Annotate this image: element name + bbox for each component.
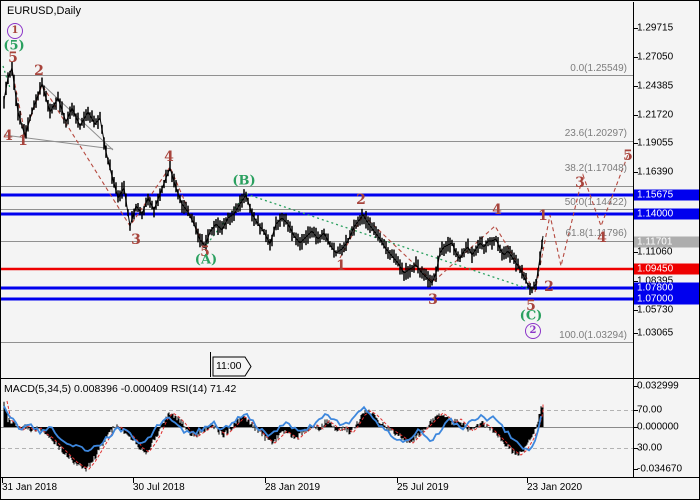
wave-label-red: 4 bbox=[3, 128, 13, 144]
time-axis-label: 25 Jul 2019 bbox=[397, 482, 449, 493]
trading-chart-window: EURUSD,Daily MACD(5,34,5) 0.008396 -0.00… bbox=[0, 0, 700, 500]
fib-level-label: 38.2(1.17048) bbox=[565, 163, 627, 174]
price-level-tag: 1.15675 bbox=[634, 190, 699, 201]
time-axis-label: 31 Jan 2018 bbox=[2, 482, 57, 493]
wave-label-red: 3 bbox=[575, 175, 585, 191]
price-axis-tick-label: 1.24385 bbox=[637, 81, 673, 92]
price-level-tag: 1.09450 bbox=[634, 264, 699, 275]
wave-label-green: (C) bbox=[520, 309, 543, 324]
wave-label-circled: 1 bbox=[7, 23, 23, 39]
price-axis-tick-label: 1.05730 bbox=[637, 305, 673, 316]
wave-label-red: 2 bbox=[356, 192, 366, 208]
wave-label-red: 5 bbox=[623, 148, 633, 164]
price-axis-tick-label: 1.19055 bbox=[637, 138, 673, 149]
fib-level-label: 0.0(1.25549) bbox=[570, 63, 627, 74]
price-axis-tick-label: 1.11060 bbox=[637, 247, 672, 258]
wave-label-red: 4 bbox=[492, 202, 502, 218]
wave-label-circled: 2 bbox=[525, 323, 541, 339]
indicator-label: MACD(5,34,5) 0.008396 -0.000409 RSI(14) … bbox=[4, 383, 236, 395]
wave-label-green: (A) bbox=[195, 253, 217, 268]
price-chart-canvas[interactable] bbox=[0, 0, 700, 500]
price-level-tag: 1.07000 bbox=[634, 294, 699, 305]
wave-label-red: 1 bbox=[336, 258, 346, 274]
fib-level-label: 23.6(1.20297) bbox=[565, 128, 627, 139]
time-axis-label: 23 Jan 2020 bbox=[527, 482, 582, 493]
wave-label-red: 4 bbox=[597, 230, 607, 246]
price-axis-tick-label: 1.29715 bbox=[637, 23, 673, 34]
wave-label-green: (B) bbox=[232, 174, 255, 189]
chart-symbol-title: EURUSD,Daily bbox=[7, 5, 81, 17]
time-separator-tag: 11:00 bbox=[216, 360, 242, 372]
price-axis-tick-label: 1.03065 bbox=[637, 328, 673, 339]
wave-label-red: 1 bbox=[18, 133, 28, 149]
indicator-axis-tick-label: 0.000000 bbox=[637, 422, 679, 433]
indicator-axis-tick-label: -0.034670 bbox=[637, 464, 682, 475]
price-axis-tick-label: 1.16390 bbox=[637, 167, 673, 178]
wave-label-red: 2 bbox=[34, 63, 44, 79]
price-level-tag: 1.07800 bbox=[634, 283, 699, 294]
wave-label-green: (5) bbox=[3, 39, 24, 54]
price-axis-tick-label: 1.27050 bbox=[637, 52, 673, 63]
wave-label-red: 3 bbox=[131, 232, 141, 248]
fib-level-label: 50.0(1.14422) bbox=[565, 197, 627, 208]
indicator-axis-tick-label: 70.00 bbox=[637, 405, 662, 416]
wave-label-red: 4 bbox=[164, 149, 174, 165]
time-axis-label: 30 Jul 2018 bbox=[133, 482, 185, 493]
time-axis-label: 28 Jan 2019 bbox=[265, 482, 320, 493]
indicator-axis-tick-label: 0.032999 bbox=[637, 381, 679, 392]
price-axis-tick-label: 1.21720 bbox=[637, 110, 673, 121]
price-level-tag: 1.14000 bbox=[634, 209, 699, 220]
wave-label-red: 2 bbox=[544, 279, 554, 295]
price-level-tag: 1.11701 bbox=[634, 237, 699, 248]
wave-label-red: 1 bbox=[538, 208, 548, 224]
wave-label-red: 3 bbox=[428, 292, 438, 308]
fib-level-label: 100.0(1.03294) bbox=[559, 330, 627, 341]
indicator-axis-tick-label: 30.00 bbox=[637, 443, 662, 454]
